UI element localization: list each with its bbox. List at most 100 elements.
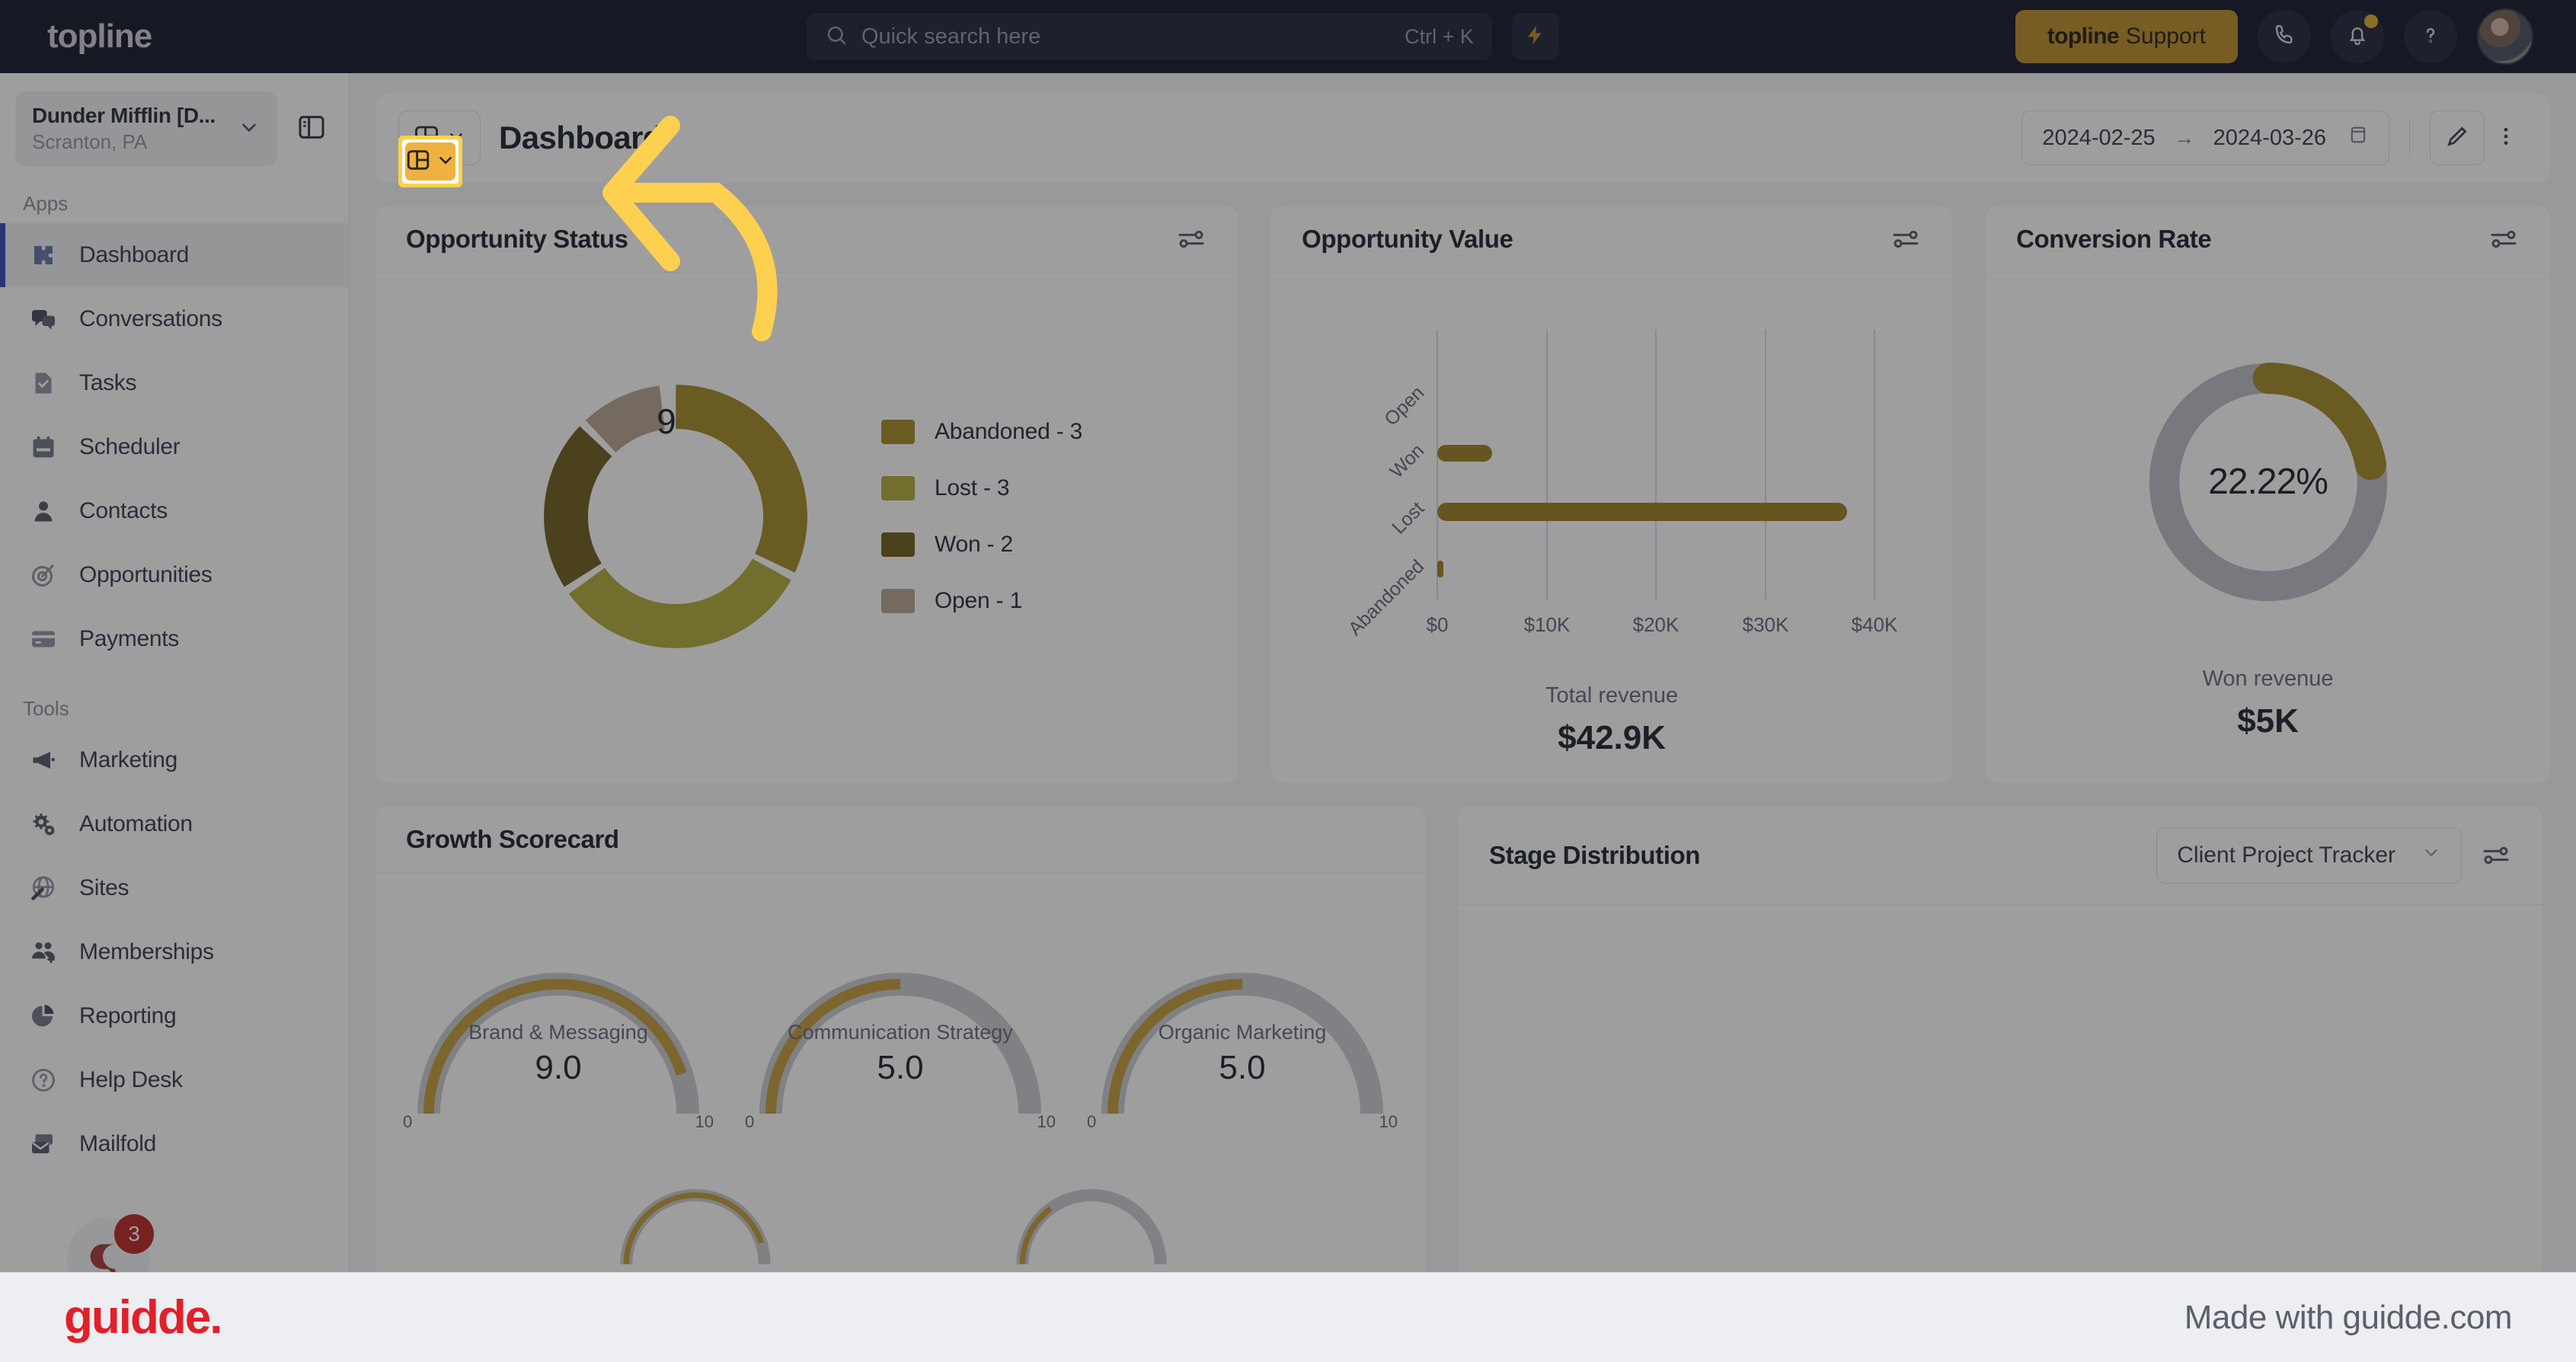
search-placeholder: Quick search here xyxy=(861,24,1041,49)
gauge-label: Communication Strategy xyxy=(788,1021,1013,1044)
sidebar-item-memberships[interactable]: Memberships xyxy=(0,920,349,984)
sidebar-section-apps: Apps xyxy=(23,192,69,215)
question-mark-icon xyxy=(2418,23,2443,51)
legend-item[interactable]: Abandoned - 3 xyxy=(881,419,1082,445)
support-button[interactable]: topline Support xyxy=(2015,10,2238,63)
sidebar-item-help-desk[interactable]: Help Desk xyxy=(0,1048,349,1112)
gauge-tick-min: 0 xyxy=(403,1112,413,1131)
donut-legend: Abandoned - 3 Lost - 3 Won - 2 Open - 1 xyxy=(881,419,1082,614)
sidebar-item-scheduler[interactable]: Scheduler xyxy=(0,415,349,479)
highlight-inner xyxy=(402,139,459,184)
page-header: Dashboard 2024-02-25 → 2024-03-26 xyxy=(376,93,2550,183)
sidebar-item-marketing[interactable]: Marketing xyxy=(0,728,349,792)
edit-dashboard-button[interactable] xyxy=(2430,110,2485,165)
chat-unread-badge: 3 xyxy=(114,1214,154,1254)
legend-swatch xyxy=(881,589,915,613)
sidebar-item-contacts[interactable]: Contacts xyxy=(0,479,349,543)
dashboard-switcher-highlighted[interactable] xyxy=(405,142,455,181)
sidebar-item-dashboard[interactable]: Dashboard xyxy=(0,223,349,287)
sidebar-item-label: Scheduler xyxy=(79,434,181,459)
sidebar-item-label: Reporting xyxy=(79,1003,177,1028)
gauge-value: 5.0 xyxy=(877,1049,924,1086)
sidebar-item-label: Mailfold xyxy=(79,1131,156,1156)
sidebar-item-tasks[interactable]: Tasks xyxy=(0,351,349,415)
legend-label: Open - 1 xyxy=(934,588,1023,613)
sliders-icon[interactable] xyxy=(1175,223,1207,255)
organization-text: Dunder Mifflin [D... Scranton, PA xyxy=(32,104,216,154)
date-range-picker[interactable]: 2024-02-25 → 2024-03-26 xyxy=(2021,110,2389,165)
legend-label: Lost - 3 xyxy=(934,475,1010,500)
card-body: 9 Abandoned - 3 Lost - 3 Won - 2 Open - … xyxy=(376,273,1238,760)
sidebar-item-opportunities[interactable]: Opportunities xyxy=(0,543,349,607)
person-icon xyxy=(29,497,58,526)
svg-text:Open: Open xyxy=(1380,382,1428,430)
gauge-arc xyxy=(1101,973,1383,1114)
quick-actions-button[interactable] xyxy=(1511,13,1559,60)
calendar-icon xyxy=(2347,124,2369,152)
svg-text:$40K: $40K xyxy=(1852,613,1898,636)
sidebar-item-sites[interactable]: Sites xyxy=(0,856,349,920)
gauge-arc xyxy=(417,973,699,1114)
help-button[interactable] xyxy=(2404,10,2457,63)
search-icon xyxy=(825,24,848,50)
gauge-label: Organic Marketing xyxy=(1158,1021,1327,1044)
pencil-icon xyxy=(2444,123,2470,153)
sidebar-item-label: Conversations xyxy=(79,306,222,331)
guidde-made-with: Made with guidde.com xyxy=(2184,1298,2513,1336)
legend-item[interactable]: Won - 2 xyxy=(881,532,1082,558)
phone-button[interactable] xyxy=(2258,10,2311,63)
conversion-rate-gauge: 22.22% xyxy=(2131,345,2405,619)
guidde-logo: guidde. xyxy=(64,1291,222,1344)
svg-text:Lost: Lost xyxy=(1388,497,1428,538)
stage-distribution-card: Stage Distribution Client Project Tracke… xyxy=(1459,806,2542,1339)
chevron-down-icon xyxy=(238,116,260,142)
card-header: Conversion Rate xyxy=(1986,206,2550,273)
chat-icon xyxy=(29,305,58,334)
date-range-end[interactable]: 2024-03-26 xyxy=(2213,126,2326,151)
sidebar-item-mailfold[interactable]: Mailfold xyxy=(0,1112,349,1176)
metric-value: $5K xyxy=(2237,702,2299,740)
pipeline-select-value: Client Project Tracker xyxy=(2177,842,2395,868)
sliders-icon[interactable] xyxy=(2488,223,2520,255)
cards-row-2: Growth Scorecard Brand & Messaging 9.0 0… xyxy=(376,806,2550,1339)
metric-caption: Total revenue xyxy=(1545,683,1679,708)
quick-search-input[interactable]: Quick search here Ctrl + K xyxy=(806,13,1492,60)
notifications-button[interactable] xyxy=(2331,10,2384,63)
more-options-button[interactable] xyxy=(2485,110,2527,165)
sidebar-item-conversations[interactable]: Conversations xyxy=(0,287,349,351)
sidebar-item-payments[interactable]: Payments xyxy=(0,607,349,671)
sidebar-item-label: Automation xyxy=(79,811,193,836)
organization-selector[interactable]: Dunder Mifflin [D... Scranton, PA xyxy=(15,91,277,166)
layout-panel-icon xyxy=(405,147,431,177)
donut-center-total: 9 xyxy=(657,401,676,441)
people-add-icon xyxy=(29,938,58,967)
date-range-arrow: → xyxy=(2173,126,2195,149)
sliders-icon[interactable] xyxy=(1890,223,1922,255)
sliders-icon[interactable] xyxy=(2480,839,2512,871)
gauge-tick-max: 10 xyxy=(1379,1112,1398,1131)
panel-toggle-button[interactable] xyxy=(289,107,334,151)
sidebar-section-tools: Tools xyxy=(23,697,69,720)
legend-item[interactable]: Open - 1 xyxy=(881,588,1082,614)
sidebar-item-reporting[interactable]: Reporting xyxy=(0,984,349,1048)
divider xyxy=(2409,117,2410,158)
globe-icon xyxy=(29,874,58,903)
notification-dot xyxy=(2364,14,2378,28)
top-navigation-bar: topline Quick search here Ctrl + K topli… xyxy=(0,0,2576,73)
legend-item[interactable]: Lost - 3 xyxy=(881,475,1082,501)
page-title: Dashboard xyxy=(499,120,663,155)
svg-text:$10K: $10K xyxy=(1524,613,1571,636)
svg-text:Won: Won xyxy=(1386,440,1429,482)
date-range-start[interactable]: 2024-02-25 xyxy=(2042,126,2155,151)
panel-toggle-icon xyxy=(296,112,327,146)
sidebar-item-automation[interactable]: Automation xyxy=(0,792,349,856)
pipeline-select[interactable]: Client Project Tracker xyxy=(2156,826,2462,884)
card-title: Opportunity Status xyxy=(406,224,628,253)
app-logo[interactable]: topline xyxy=(0,18,350,56)
pie-chart-icon xyxy=(29,1002,58,1031)
gauge-tick-max: 10 xyxy=(695,1112,714,1131)
card-title: Stage Distribution xyxy=(1489,840,1700,869)
avatar[interactable] xyxy=(2477,8,2533,65)
help-circle-icon xyxy=(29,1066,58,1095)
card-header: Opportunity Status xyxy=(376,206,1238,273)
